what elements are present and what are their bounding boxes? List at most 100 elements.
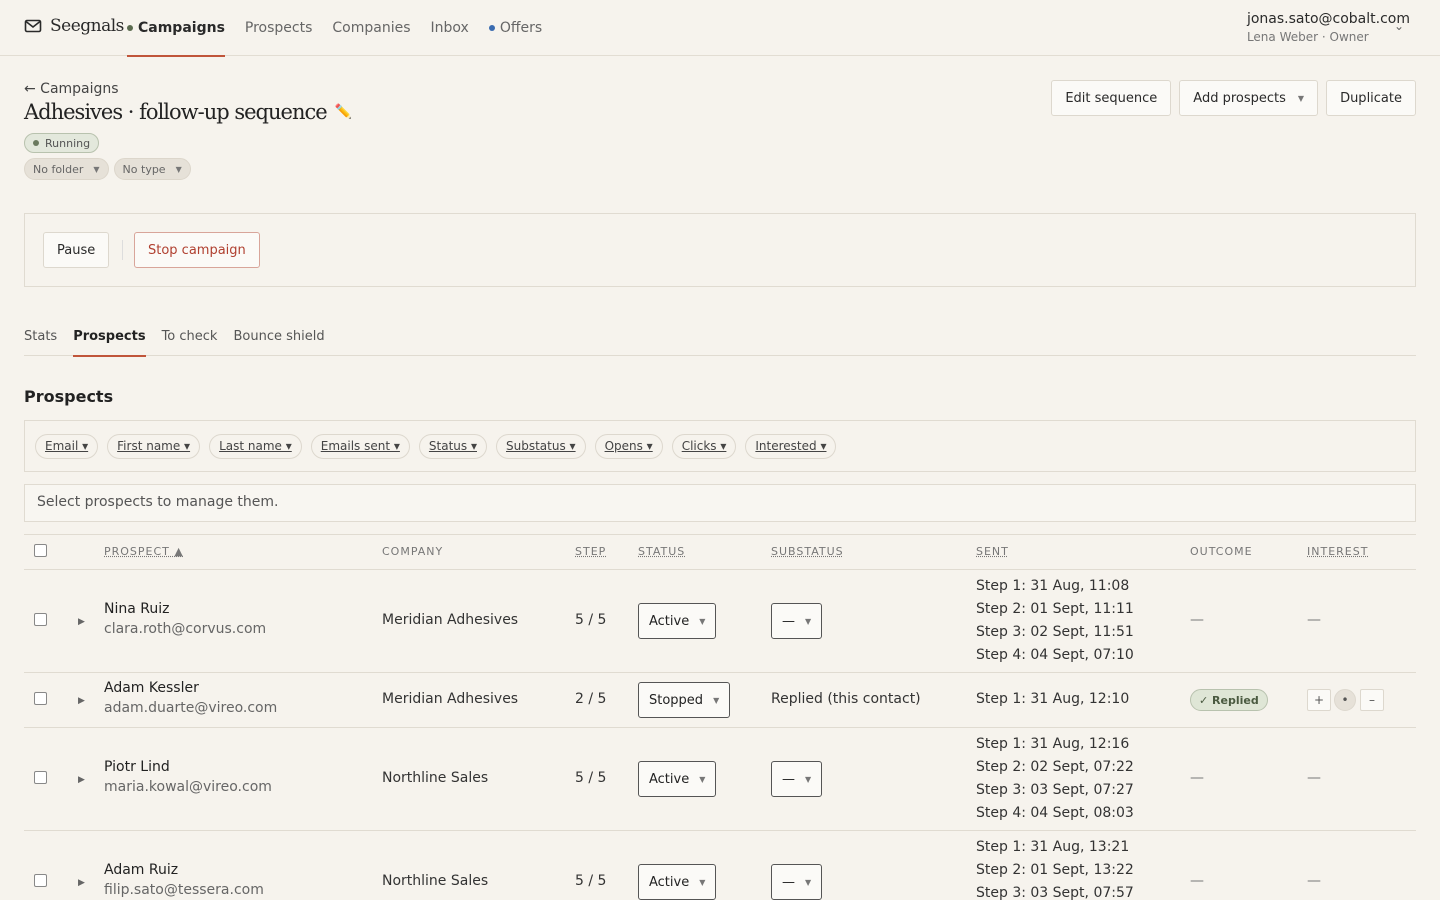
sent-cell: Step 1: 31 Aug, 13:21 Step 2: 01 Sept, 1… [976,836,1134,900]
type-dropdown[interactable]: No type ▼ [113,158,191,180]
folder-dropdown[interactable]: No folder ▼ [24,158,109,180]
nav-prospects[interactable]: Prospects [245,0,312,56]
table-row: ▶ Adam Ruiz filip.sato@tessera.com North… [24,831,1416,900]
stop-campaign-button[interactable]: Stop campaign [134,232,260,268]
substatus-select[interactable]: — ▼ [771,761,823,797]
filter-clicks[interactable]: Clicks ▾ [671,433,737,459]
edit-sequence-button[interactable]: Edit sequence [1051,80,1172,116]
header-actions: Edit sequence Add prospects ▼ Duplicate [1051,80,1416,116]
status-select[interactable]: Stopped ▼ [638,682,731,718]
row-checkbox[interactable] [34,771,47,784]
caret-down-icon: ▼ [805,877,812,887]
mail-icon [24,19,42,33]
add-prospects-button[interactable]: Add prospects ▼ [1179,80,1319,116]
step-cell: 5 / 5 [575,873,607,889]
duplicate-button[interactable]: Duplicate [1326,80,1416,116]
page-title: Adhesives · follow-up sequence ✏️ [24,100,352,124]
filter-opens[interactable]: Opens ▾ [594,433,663,459]
sent-step: Step 3: 03 Sept, 07:27 [976,782,1134,798]
sent-cell: Step 1: 31 Aug, 12:16 Step 2: 02 Sept, 0… [976,733,1134,825]
caret-down-icon: ▼ [175,164,182,174]
filter-substatus[interactable]: Substatus ▾ [496,433,586,459]
filter-last-name[interactable]: Last name ▾ [209,433,302,459]
filter-emails-sent[interactable]: Emails sent ▾ [310,433,410,459]
replied-badge: ✓ Replied [1190,689,1268,711]
nav-companies[interactable]: Companies [332,0,410,56]
campaign-controls: Pause Stop campaign [24,213,1416,287]
prospect-name[interactable]: Adam Kessler [104,680,277,696]
col-interest[interactable]: INTEREST [1307,545,1368,558]
status-value: Active [649,874,690,890]
prospect-name[interactable]: Nina Ruiz [104,601,266,617]
row-checkbox[interactable] [34,613,47,626]
caret-down-icon: ▼ [699,774,706,784]
sent-step: Step 2: 01 Sept, 13:22 [976,862,1134,878]
status-select[interactable]: Active ▼ [638,761,717,797]
filter-interested[interactable]: Interested ▾ [745,433,837,459]
filter-email[interactable]: Email ▾ [35,433,99,459]
prospect-cell: Piotr Lind maria.kowal@vireo.com [104,759,272,795]
nav-inbox[interactable]: Inbox [431,0,469,56]
prospect-email: adam.duarte@vireo.com [104,700,278,716]
col-substatus[interactable]: SUBSTATUS [771,545,844,558]
col-company: COMPANY [382,545,444,558]
nav-label: Campaigns [138,20,225,36]
nav-label: Offers [499,20,543,36]
interest-neutral-button[interactable]: • [1334,689,1356,711]
substatus-value: — [782,613,795,629]
outcome-cell: — [1190,770,1204,786]
app-logo[interactable]: Seegnals [24,16,124,36]
pencil-icon[interactable]: ✏️ [335,104,352,120]
folder-label: No folder [33,162,84,176]
outcome-cell: — [1190,873,1204,889]
filter-bar: Email ▾ First name ▾ Last name ▾ Emails … [24,420,1416,472]
company-cell: Northline Sales [382,873,489,889]
substatus-select[interactable]: — ▼ [771,603,823,639]
substatus-select[interactable]: — ▼ [771,864,823,900]
expand-row-icon[interactable]: ▶ [78,696,85,706]
status-select[interactable]: Active ▼ [638,864,717,900]
expand-row-icon[interactable]: ▶ [78,878,85,888]
sent-cell: Step 1: 31 Aug, 11:08 Step 2: 01 Sept, 1… [976,575,1134,667]
tab-bounce-shield[interactable]: Bounce shield [233,320,324,356]
status-value: Active [649,771,690,787]
col-sent[interactable]: SENT [976,545,1009,558]
pause-button[interactable]: Pause [43,232,110,268]
expand-row-icon[interactable]: ▶ [78,617,85,627]
row-checkbox[interactable] [34,874,47,887]
col-status[interactable]: STATUS [638,545,685,558]
nav-campaigns[interactable]: Campaigns [127,0,225,57]
sent-step: Step 1: 31 Aug, 12:16 [976,736,1130,752]
tab-prospects[interactable]: Prospects [73,320,146,357]
filter-status[interactable]: Status ▾ [418,433,487,459]
tab-to-check[interactable]: To check [162,320,218,356]
nav-dot [488,25,495,31]
campaign-title: Adhesives · follow-up sequence [24,100,328,124]
top-nav-bar: Seegnals Campaigns Prospects Companies I… [0,0,1440,57]
tab-stats[interactable]: Stats [24,320,57,356]
back-to-campaigns-link[interactable]: ← Campaigns [24,81,119,97]
col-prospect[interactable]: PROSPECT ▲ [104,545,184,558]
interest-plus-button[interactable]: + [1307,689,1331,711]
substatus-value: — [782,771,795,787]
expand-row-icon[interactable]: ▶ [78,775,85,785]
caret-down-icon: ▼ [713,695,720,705]
filter-first-name[interactable]: First name ▾ [107,433,201,459]
col-step[interactable]: STEP [575,545,606,558]
nav-label: Companies [332,20,411,36]
row-checkbox[interactable] [34,692,47,705]
chevron-down-icon[interactable]: ⌄ [1394,19,1404,33]
sent-step: Step 1: 31 Aug, 13:21 [976,839,1130,855]
prospect-cell: Nina Ruiz clara.roth@corvus.com [104,601,266,637]
prospect-name[interactable]: Adam Ruiz [104,862,264,878]
select-all-checkbox[interactable] [34,544,47,557]
prospect-name[interactable]: Piotr Lind [104,759,272,775]
company-cell: Meridian Adhesives [382,691,519,707]
sent-step: Step 1: 31 Aug, 11:08 [976,578,1130,594]
nav-offers[interactable]: Offers [488,0,543,56]
status-select[interactable]: Active ▼ [638,603,717,639]
user-menu[interactable]: jonas.sato@cobalt.com Lena Weber · Owner [1247,11,1410,44]
nav-label: Prospects [244,20,313,36]
interest-cell: — [1307,873,1321,889]
interest-minus-button[interactable]: – [1360,689,1384,711]
